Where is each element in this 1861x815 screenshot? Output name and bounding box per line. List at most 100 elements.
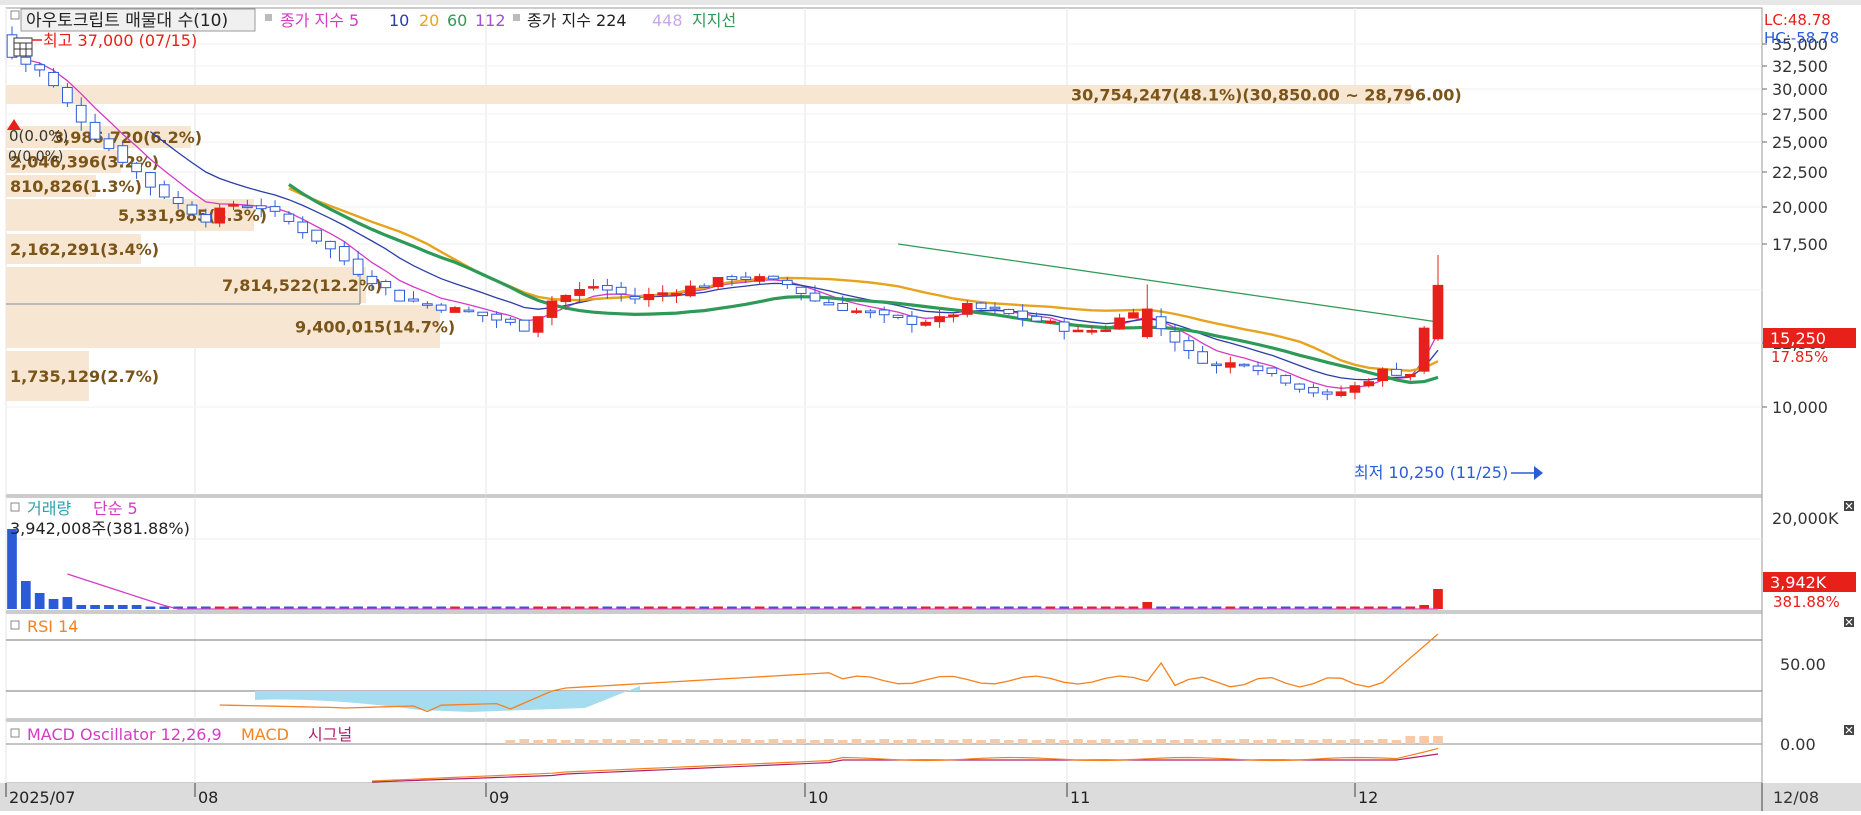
macd-osc-title[interactable]: MACD Oscillator 12,26,9 xyxy=(27,725,222,744)
panel-close-icon[interactable] xyxy=(1844,501,1854,511)
candle-body xyxy=(89,121,101,140)
macd-histogram-bar xyxy=(1363,740,1374,744)
volume-bar xyxy=(62,597,73,609)
candle-body xyxy=(837,302,849,311)
candle-body xyxy=(408,298,419,302)
candle-body xyxy=(698,285,710,288)
volume-bar xyxy=(145,606,156,609)
ma2-legend-448[interactable]: 448 xyxy=(652,11,683,30)
candle-body xyxy=(20,56,32,65)
candle-body xyxy=(726,276,738,280)
macd-histogram-bar xyxy=(934,739,945,744)
candle-body xyxy=(1072,329,1084,333)
volume-profile-label: 7,814,522(12.2%) xyxy=(222,276,382,295)
indicator-title[interactable]: 아우토크립트 매물대 수(10) xyxy=(26,11,228,31)
candle-body xyxy=(117,145,129,163)
macd-histogram-bar xyxy=(616,740,627,744)
price-tick-label: 30,000 xyxy=(1772,80,1828,99)
ma-legend-10[interactable]: 10 xyxy=(389,11,409,30)
macd-histogram-bar xyxy=(1419,736,1430,744)
calendar-icon[interactable] xyxy=(13,37,33,57)
candle-body xyxy=(1058,321,1070,332)
signal-label[interactable]: 시그널 xyxy=(308,725,352,744)
volume-ma-label[interactable]: 단순 5 xyxy=(93,499,138,518)
macd-histogram-bar xyxy=(1322,739,1333,744)
candle-body xyxy=(449,307,461,313)
candle-body xyxy=(518,319,530,332)
macd-histogram-bar xyxy=(519,739,530,744)
candle-body xyxy=(1308,386,1319,394)
macd-histogram-bar xyxy=(1114,740,1125,744)
volume-profile-label: 2,162,291(3.4%) xyxy=(10,240,159,259)
panel-close-icon-macd[interactable] xyxy=(1844,725,1854,735)
macd-histogram-bar xyxy=(1003,740,1014,744)
ma-legend-20[interactable]: 20 xyxy=(419,11,439,30)
x-axis-label: 12 xyxy=(1358,788,1378,807)
macd-histogram-bar xyxy=(796,739,806,744)
ma-legend-label[interactable]: 종가 지수 5 xyxy=(280,11,359,30)
candle-body xyxy=(1418,327,1430,372)
volume-title[interactable]: 거래량 xyxy=(27,499,71,518)
rsi-title[interactable]: RSI 14 xyxy=(27,617,78,636)
candle-body xyxy=(920,321,932,326)
candle-body xyxy=(975,302,987,310)
macd-histogram-bar xyxy=(713,739,723,744)
price-tick-label: 27,500 xyxy=(1772,105,1828,124)
macd-histogram-bar xyxy=(505,740,516,744)
candle-body xyxy=(242,205,253,209)
top-tab-strip[interactable] xyxy=(0,0,1861,5)
macd-histogram-bar xyxy=(907,739,917,744)
ma-legend-60[interactable]: 60 xyxy=(447,11,467,30)
candle-body xyxy=(657,292,669,296)
chart-canvas[interactable]: 30,754,247(48.1%)(30,850.00 ~ 28,796.00)… xyxy=(0,0,1861,811)
panel-close-icon-rsi[interactable] xyxy=(1844,617,1854,627)
macd-histogram-bar xyxy=(810,740,820,744)
candle-body xyxy=(892,314,904,318)
candle-body xyxy=(1031,315,1042,322)
candle-body xyxy=(48,71,59,87)
candle-body xyxy=(214,207,226,224)
candle-body xyxy=(505,318,516,323)
high-price-note: 최고 37,000 (07/15) xyxy=(43,31,197,50)
volume-bar xyxy=(7,529,17,609)
macd-histogram-bar xyxy=(1059,740,1070,744)
volume-profile-label: 9,400,015(14.7%) xyxy=(295,318,455,337)
candle-body xyxy=(352,258,364,275)
macd-histogram-bar xyxy=(976,740,986,744)
candle-body xyxy=(740,276,752,280)
candle-body xyxy=(906,315,918,325)
volume-bar xyxy=(1142,602,1153,609)
x-axis-label: 08 xyxy=(198,788,218,807)
candle-body xyxy=(1349,385,1361,393)
macd-histogram-bar xyxy=(560,740,571,744)
volume-bar xyxy=(131,605,142,609)
macd-histogram-bar xyxy=(893,740,903,744)
macd-histogram-bar xyxy=(1170,740,1180,744)
support-legend[interactable]: 지지선 xyxy=(692,11,736,30)
x-axis-label: 2025/07 xyxy=(9,788,75,807)
candle-body xyxy=(1391,368,1402,376)
candle-body xyxy=(712,277,724,288)
candle-body xyxy=(560,294,572,303)
candle-body xyxy=(795,286,807,294)
lc-label: LC:48.78 xyxy=(1764,11,1831,29)
macd-histogram-bar xyxy=(1183,739,1194,744)
macd-histogram-bar xyxy=(990,739,1000,744)
candle-body xyxy=(781,279,793,286)
macd-histogram-bar xyxy=(644,740,654,744)
candle-body xyxy=(1114,317,1125,330)
candle-body xyxy=(103,138,115,150)
ma-legend-112[interactable]: 112 xyxy=(475,11,506,30)
macd-histogram-bar xyxy=(920,740,931,744)
macd-label[interactable]: MACD xyxy=(241,725,289,744)
macd-histogram-bar xyxy=(740,739,751,744)
macd-histogram-bar xyxy=(1350,739,1360,744)
x-axis-label: 09 xyxy=(489,788,509,807)
price-tick-label: 25,000 xyxy=(1772,133,1828,152)
volume-bar xyxy=(76,605,87,609)
macd-histogram-bar xyxy=(1391,740,1402,744)
macd-histogram-bar xyxy=(1433,736,1443,744)
macd-histogram-bar xyxy=(588,740,599,744)
macd-histogram-bar xyxy=(1253,740,1263,744)
ma2-legend-label[interactable]: 종가 지수 224 xyxy=(527,11,627,30)
